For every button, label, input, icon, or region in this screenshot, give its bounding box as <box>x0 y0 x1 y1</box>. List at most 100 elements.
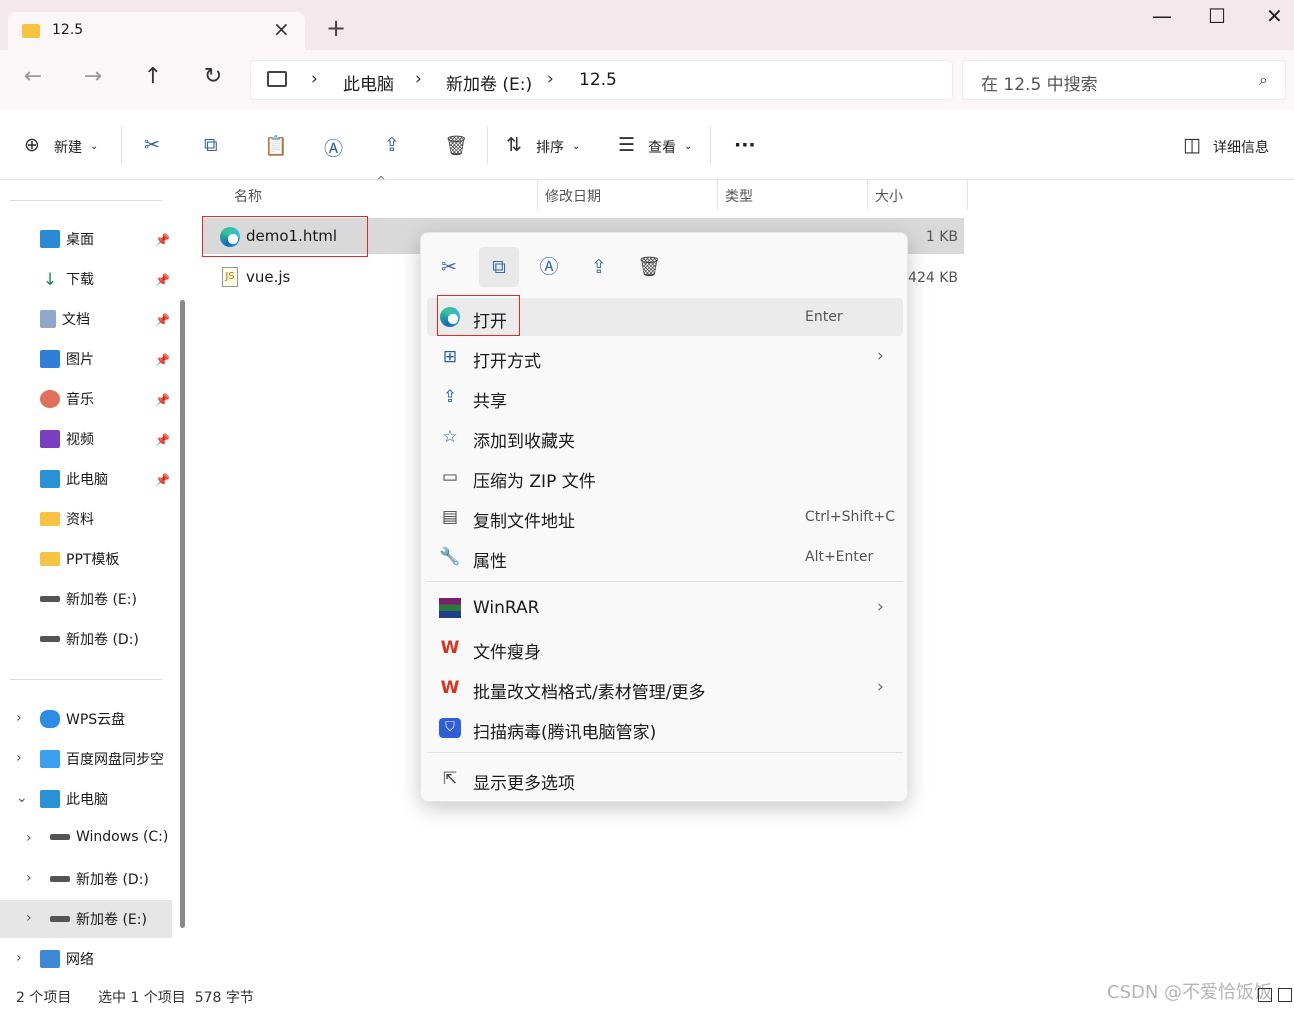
maximize-icon[interactable]: ☐ <box>1208 4 1226 28</box>
sidebar-item-pictures[interactable]: 图片 <box>40 349 94 373</box>
close-window-icon[interactable]: ✕ <box>1266 4 1283 28</box>
sidebar-item-drive-c[interactable]: Windows (C:) <box>50 829 168 853</box>
view-icon[interactable]: ☰ <box>618 134 635 156</box>
zip-icon: ▭ <box>441 467 459 487</box>
minimize-icon[interactable]: — <box>1152 4 1172 28</box>
search-box[interactable]: 在 12.5 中搜索 ⌕ <box>962 60 1286 100</box>
divider <box>10 679 162 680</box>
sidebar-item-network[interactable]: 网络 <box>40 949 94 973</box>
search-icon: ⌕ <box>1259 70 1268 89</box>
sidebar-item-wps-cloud[interactable]: WPS云盘 <box>40 709 125 733</box>
rename-icon[interactable]: Ⓐ <box>324 134 343 161</box>
menu-item-properties[interactable]: 🔧 属性 Alt+Enter <box>427 538 903 576</box>
chevron-down-icon: ⌄ <box>90 141 99 152</box>
file-name[interactable]: demo1.html <box>246 227 337 245</box>
paste-icon[interactable]: 📋 <box>264 134 288 157</box>
tab-close-icon[interactable]: × <box>273 17 290 41</box>
new-button[interactable]: 新建 <box>54 137 82 157</box>
chevron-right-icon[interactable]: › <box>26 830 32 846</box>
sidebar-item-this-pc-tree[interactable]: 此电脑 <box>40 789 108 813</box>
forward-icon[interactable]: → <box>78 64 108 89</box>
menu-item-winrar[interactable]: WinRAR › <box>427 589 903 627</box>
menu-item-batch-convert[interactable]: W 批量改文档格式/素材管理/更多 › <box>427 669 903 707</box>
menu-item-open-with[interactable]: ⊞ 打开方式 › <box>427 338 903 376</box>
sidebar-item-ziliao[interactable]: 资料 <box>40 509 94 533</box>
chevron-right-icon[interactable]: › <box>16 750 22 766</box>
download-icon: ↓ <box>42 270 58 290</box>
chevron-right-icon[interactable]: › <box>26 870 32 886</box>
sidebar-item-ppt-templates[interactable]: PPT模板 <box>40 549 119 573</box>
chevron-right-icon[interactable]: › <box>26 910 32 926</box>
pin-icon: 📌 <box>155 473 170 487</box>
details-view-icon[interactable] <box>1258 988 1272 1002</box>
tiles-view-icon[interactable] <box>1278 988 1292 1002</box>
desktop-icon <box>40 230 60 248</box>
copy-icon[interactable]: ⧉ <box>479 247 519 287</box>
chevron-right-icon[interactable]: › <box>16 710 22 726</box>
breadcrumb-this-pc[interactable]: 此电脑 <box>343 70 394 95</box>
share-icon[interactable]: ⇪ <box>579 247 619 287</box>
sort-icon[interactable]: ⇅ <box>506 134 522 156</box>
more-icon[interactable]: ··· <box>734 134 756 156</box>
menu-item-show-more[interactable]: ⇱ 显示更多选项 <box>427 760 903 798</box>
new-tab-icon[interactable]: + <box>326 14 346 42</box>
menu-item-compress-zip[interactable]: ▭ 压缩为 ZIP 文件 <box>427 458 903 496</box>
js-file-icon: JS <box>222 267 238 287</box>
pictures-icon <box>40 350 60 368</box>
sidebar-item-videos[interactable]: 视频 <box>40 429 94 453</box>
delete-icon[interactable]: 🗑 <box>444 134 468 157</box>
sort-arrow-icon: ^ <box>376 174 387 188</box>
back-icon[interactable]: ← <box>18 64 48 89</box>
cut-icon[interactable]: ✂ <box>429 247 469 287</box>
sort-button[interactable]: 排序 <box>536 137 564 157</box>
sidebar-item-this-pc[interactable]: 此电脑 <box>40 469 108 493</box>
sidebar-item-drive-e-tree[interactable]: 新加卷 (E:) <box>50 909 147 933</box>
navigation-bar: ← → ↑ ↻ › 此电脑 › 新加卷 (E:) › 12.5 在 12.5 中… <box>0 50 1294 110</box>
open-with-icon: ⊞ <box>442 347 458 367</box>
up-icon[interactable]: ↑ <box>138 64 168 89</box>
sidebar-item-music[interactable]: 音乐 <box>40 389 94 413</box>
sidebar-item-desktop[interactable]: 桌面 <box>40 229 94 253</box>
chevron-right-icon: › <box>877 597 884 617</box>
sidebar-scrollbar[interactable] <box>180 300 185 928</box>
sidebar-item-baidu-sync[interactable]: 百度网盘同步空 <box>40 749 164 773</box>
sidebar-item-drive-e[interactable]: 新加卷 (E:) <box>40 589 137 613</box>
sidebar-item-documents[interactable]: 文档 <box>40 309 90 333</box>
cut-icon[interactable]: ✂ <box>144 134 160 156</box>
chevron-right-icon[interactable]: › <box>16 950 22 966</box>
menu-item-file-slim[interactable]: W 文件瘦身 <box>427 629 903 667</box>
details-button[interactable]: 详细信息 <box>1213 137 1269 157</box>
computer-icon <box>40 470 60 488</box>
column-header-type[interactable]: 类型 <box>725 186 753 206</box>
column-header-size[interactable]: 大小 <box>875 186 903 206</box>
details-pane-icon[interactable]: ◫ <box>1183 134 1201 156</box>
divider <box>967 180 968 210</box>
sidebar-item-drive-d-tree[interactable]: 新加卷 (D:) <box>50 869 149 893</box>
breadcrumb-folder[interactable]: 12.5 <box>579 70 617 90</box>
sidebar-item-downloads[interactable]: ↓ 下载 <box>40 269 94 293</box>
share-icon[interactable]: ⇪ <box>384 134 400 156</box>
divider <box>537 180 538 210</box>
refresh-icon[interactable]: ↻ <box>198 64 228 89</box>
tab-12-5[interactable]: 12.5 × <box>8 12 305 50</box>
view-button[interactable]: 查看 <box>648 137 676 157</box>
baidu-netdisk-icon <box>40 750 60 768</box>
column-header-modified[interactable]: 修改日期 <box>545 186 601 206</box>
delete-icon[interactable]: 🗑 <box>629 247 669 287</box>
chevron-down-icon[interactable]: ⌄ <box>16 790 28 806</box>
menu-item-share[interactable]: ⇪ 共享 <box>427 378 903 416</box>
new-icon[interactable]: ⊕ <box>24 134 40 156</box>
menu-item-add-favorite[interactable]: ☆ 添加到收藏夹 <box>427 418 903 456</box>
rename-icon[interactable]: Ⓐ <box>529 247 569 287</box>
address-bar[interactable]: › 此电脑 › 新加卷 (E:) › 12.5 <box>250 60 953 100</box>
show-more-icon: ⇱ <box>442 769 458 789</box>
column-header-name[interactable]: 名称 <box>234 186 262 206</box>
menu-item-virus-scan[interactable]: ⛉ 扫描病毒(腾讯电脑管家) <box>427 709 903 747</box>
divider <box>10 200 162 201</box>
sidebar-item-drive-d[interactable]: 新加卷 (D:) <box>40 629 139 653</box>
menu-item-copy-path[interactable]: ▤ 复制文件地址 Ctrl+Shift+C <box>427 498 903 536</box>
wps-icon: W <box>440 678 460 698</box>
file-name[interactable]: vue.js <box>246 268 290 286</box>
copy-icon[interactable]: ⧉ <box>204 134 218 156</box>
breadcrumb-drive-e[interactable]: 新加卷 (E:) <box>446 70 532 95</box>
